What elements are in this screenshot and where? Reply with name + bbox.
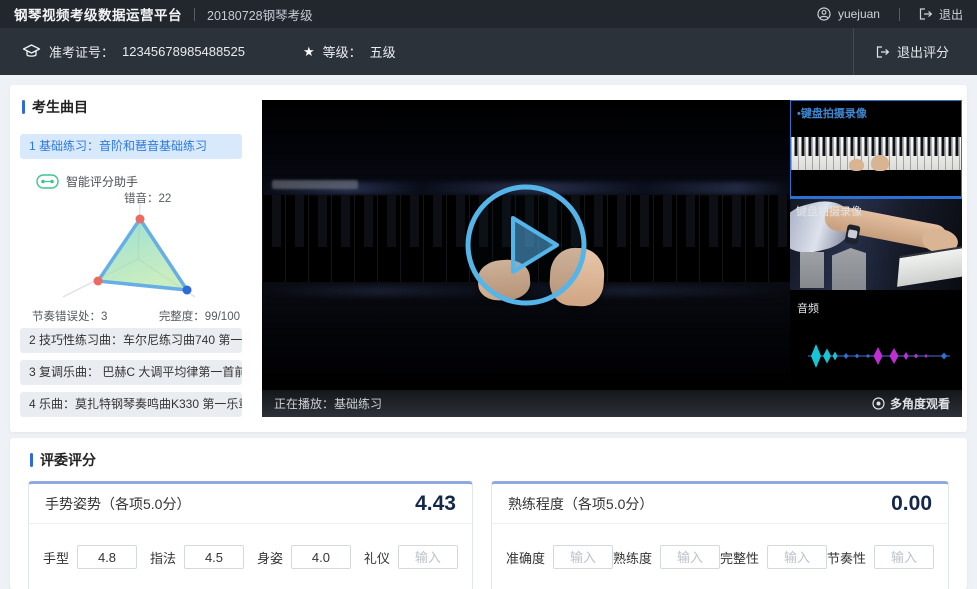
ticket-number: 12345678985488525 xyxy=(122,44,245,59)
song-list-sidebar: 考生曲目 1 基础练习：音阶和琶音基础练习 智能评分助手 xyxy=(10,85,252,432)
ai-assistant-row[interactable]: 智能评分助手 xyxy=(36,173,242,190)
level-value: 五级 xyxy=(370,42,396,61)
page: 钢琴视频考级数据运营平台 20180728钢琴考级 yuejuan 退出 xyxy=(0,0,977,589)
watch-shape xyxy=(844,224,860,245)
logout-button[interactable]: 退出 xyxy=(919,6,963,23)
fingering-input[interactable] xyxy=(184,545,244,569)
multi-angle-icon xyxy=(872,397,885,410)
thumbnail-keyboard-front[interactable]: •键盘拍摄录像 xyxy=(790,100,962,197)
rhythm-input[interactable] xyxy=(874,545,934,569)
mini-right-hand xyxy=(871,155,889,171)
app-title: 钢琴视频考级数据运营平台 xyxy=(14,4,182,24)
gray-block xyxy=(800,252,824,288)
song-list-title: 考生曲目 xyxy=(22,97,242,117)
main-video[interactable] xyxy=(262,100,790,390)
proficiency-input[interactable] xyxy=(660,545,720,569)
radar-label-completeness: 完整度：99/100 xyxy=(159,308,240,324)
field-fingering: 指法 xyxy=(150,545,244,569)
posture-input[interactable] xyxy=(291,545,351,569)
user-icon xyxy=(817,7,831,21)
audio-section[interactable]: 音频 xyxy=(790,290,962,390)
exit-scoring-icon xyxy=(876,46,890,58)
scoring-title: 评委评分 xyxy=(30,450,949,470)
card-score: 0.00 xyxy=(891,492,932,516)
field-accuracy: 准确度 xyxy=(506,545,613,569)
graduation-cap-icon xyxy=(22,44,41,59)
divider xyxy=(899,8,900,21)
field-etiquette: 礼仪 xyxy=(364,545,458,569)
username: yuejuan xyxy=(838,7,880,21)
field-proficiency: 熟练度 xyxy=(613,545,720,569)
accuracy-input[interactable] xyxy=(553,545,613,569)
song-item-3[interactable]: 3 复调乐曲： 巴赫C 大调平均律第一首前奏曲 xyxy=(20,360,242,385)
exam-info-bar: 准考证号： 12345678985488525 ★ 等级： 五级 退出评分 xyxy=(0,28,977,75)
card-title: 手势姿势（各项5.0分） xyxy=(45,494,190,514)
play-button[interactable] xyxy=(463,182,589,308)
radar-label-rhythm-errors: 节奏错误处：3 xyxy=(32,308,107,324)
ai-assistant-icon xyxy=(36,174,59,189)
field-posture: 身姿 xyxy=(257,545,351,569)
video-player: •键盘拍摄录像 xyxy=(262,100,962,417)
title-accent-bar xyxy=(22,100,25,114)
exit-scoring-button[interactable]: 退出评分 xyxy=(853,28,977,75)
completeness-input[interactable] xyxy=(767,545,827,569)
audio-label: 音频 xyxy=(797,300,819,316)
ai-assistant-label: 智能评分助手 xyxy=(66,173,138,190)
song-item-4[interactable]: 4 乐曲：莫扎特钢琴奏鸣曲K330 第一乐章 xyxy=(20,392,242,417)
multi-angle-label: 多角度观看 xyxy=(890,395,950,412)
keyboard-edge-shape xyxy=(897,245,962,287)
gray-block xyxy=(832,248,866,290)
logout-icon xyxy=(919,8,933,20)
title-accent-bar xyxy=(30,453,33,467)
sheet-reflection xyxy=(272,180,358,189)
session-title: 20180728钢琴考级 xyxy=(207,5,313,24)
field-completeness: 完整性 xyxy=(720,545,827,569)
judge-scoring-panel: 评委评分 手势姿势（各项5.0分） 4.43 手型 指法 xyxy=(10,438,967,589)
proficiency-card: 熟练程度（各项5.0分） 0.00 准确度 熟练度 完整性 xyxy=(491,481,949,589)
top-header: 钢琴视频考级数据运营平台 20180728钢琴考级 yuejuan 退出 xyxy=(0,0,977,28)
logout-label: 退出 xyxy=(939,6,963,23)
gesture-posture-card: 手势姿势（各项5.0分） 4.43 手型 指法 身姿 xyxy=(28,481,473,589)
ticket-label: 准考证号： xyxy=(49,42,114,61)
thumbnail-1-label: 键盘拍摄录像 xyxy=(801,108,867,120)
radar-chart: 错音：22 节奏错误处：3 完整度：99/100 xyxy=(20,192,242,320)
star-icon: ★ xyxy=(303,44,315,60)
radar-label-wrong-notes: 错音：22 xyxy=(124,190,171,206)
mini-black-keys xyxy=(793,137,962,156)
hand-shape-input[interactable] xyxy=(77,545,137,569)
card-score: 4.43 xyxy=(415,492,456,516)
level-label: 等级： xyxy=(323,42,362,61)
multi-angle-button[interactable]: 多角度观看 xyxy=(872,395,950,412)
thumbnail-2-label: 键盘拍摄录像 xyxy=(796,203,862,219)
camera-angle-column: •键盘拍摄录像 xyxy=(790,100,962,390)
audio-waveform xyxy=(794,334,958,378)
video-status-bar: 正在播放：基础练习 多角度观看 xyxy=(262,390,962,417)
etiquette-input[interactable] xyxy=(398,545,458,569)
field-hand-shape: 手型 xyxy=(43,545,137,569)
now-playing-label: 正在播放：基础练习 xyxy=(274,395,382,412)
song-item-2[interactable]: 2 技巧性练习曲：车尔尼练习曲740 第一首 xyxy=(20,328,242,353)
card-title: 熟练程度（各项5.0分） xyxy=(508,494,653,514)
exit-scoring-label: 退出评分 xyxy=(897,42,949,61)
song-item-1-active[interactable]: 1 基础练习：音阶和琶音基础练习 xyxy=(20,134,242,159)
thumbnail-keyboard-side[interactable]: 键盘拍摄录像 xyxy=(790,197,962,290)
main-panel: 考生曲目 1 基础练习：音阶和琶音基础练习 智能评分助手 xyxy=(10,85,967,432)
field-rhythm: 节奏性 xyxy=(827,545,934,569)
mini-left-hand xyxy=(849,159,864,171)
divider xyxy=(194,8,195,21)
radar-chart-svg xyxy=(20,192,242,320)
